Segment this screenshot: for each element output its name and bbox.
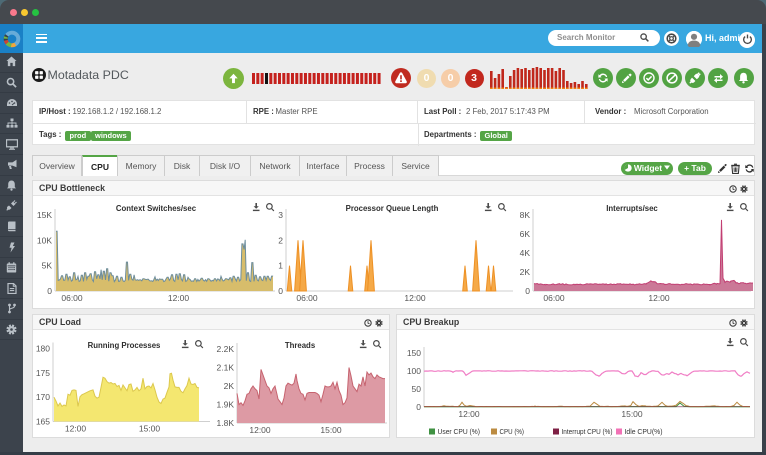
svg-text:8K: 8K	[520, 210, 531, 220]
svg-text:User CPU (%): User CPU (%)	[438, 427, 481, 436]
svg-text:100: 100	[407, 366, 421, 376]
svg-text:12:00: 12:00	[168, 293, 190, 303]
svg-text:15:00: 15:00	[320, 425, 342, 435]
svg-text:1.9K: 1.9K	[217, 400, 235, 410]
svg-text:12:00: 12:00	[648, 293, 670, 303]
svg-text:0: 0	[47, 286, 52, 296]
svg-text:Running Processes: Running Processes	[88, 341, 161, 350]
svg-text:1.8K: 1.8K	[217, 418, 235, 428]
svg-text:CPU (%): CPU (%)	[500, 427, 525, 436]
svg-text:Interrupts/sec: Interrupts/sec	[606, 204, 658, 213]
svg-text:Interrupt CPU (%): Interrupt CPU (%)	[562, 427, 613, 436]
svg-text:15K: 15K	[37, 210, 52, 220]
svg-text:175: 175	[36, 368, 50, 378]
svg-text:Processor Queue Length: Processor Queue Length	[346, 204, 439, 213]
svg-text:06:00: 06:00	[61, 293, 83, 303]
svg-text:180: 180	[36, 344, 50, 354]
svg-text:0: 0	[416, 402, 421, 412]
svg-text:15:00: 15:00	[139, 424, 161, 434]
svg-text:1: 1	[278, 261, 283, 271]
svg-text:Context Switches/sec: Context Switches/sec	[116, 204, 197, 213]
svg-text:2K: 2K	[224, 381, 235, 391]
svg-text:2K: 2K	[520, 267, 531, 277]
svg-text:50: 50	[412, 384, 422, 394]
svg-text:2.1K: 2.1K	[217, 363, 235, 373]
svg-text:150: 150	[407, 348, 421, 358]
svg-text:12:00: 12:00	[458, 409, 480, 419]
svg-text:12:00: 12:00	[404, 293, 426, 303]
svg-text:12:00: 12:00	[65, 424, 87, 434]
svg-text:4K: 4K	[520, 248, 531, 258]
svg-text:0: 0	[525, 286, 530, 296]
svg-text:5K: 5K	[42, 261, 53, 271]
svg-text:2: 2	[278, 235, 283, 245]
svg-text:Threads: Threads	[285, 341, 316, 350]
svg-text:06:00: 06:00	[296, 293, 318, 303]
svg-text:12:00: 12:00	[249, 425, 271, 435]
svg-text:6K: 6K	[520, 229, 531, 239]
svg-text:165: 165	[36, 417, 50, 427]
svg-text:3: 3	[278, 210, 283, 220]
svg-text:15:00: 15:00	[621, 409, 643, 419]
svg-text:0: 0	[278, 286, 283, 296]
svg-text:170: 170	[36, 392, 50, 402]
svg-text:Idle CPU(%): Idle CPU(%)	[625, 427, 663, 436]
svg-text:06:00: 06:00	[543, 293, 565, 303]
svg-text:2.2K: 2.2K	[217, 344, 235, 354]
svg-text:10K: 10K	[37, 235, 52, 245]
